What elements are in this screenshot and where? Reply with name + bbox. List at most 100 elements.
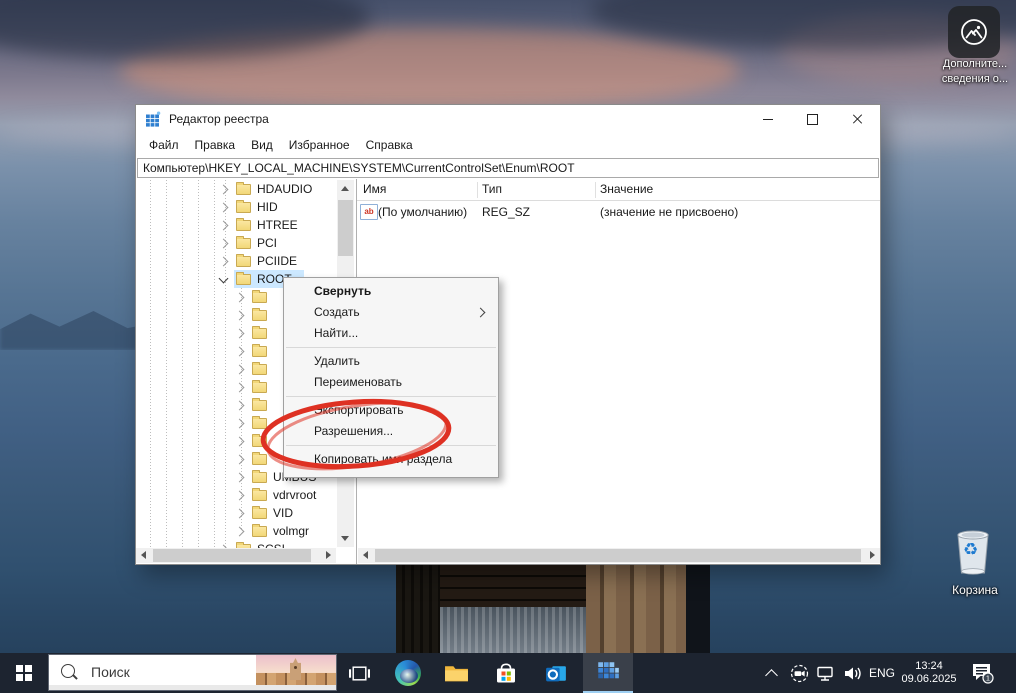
minimize-button[interactable] — [745, 105, 790, 133]
folder-icon — [252, 400, 267, 411]
recycle-bin-icon[interactable]: ♻ — [950, 523, 1000, 581]
menu-item-find[interactable]: Найти... — [284, 323, 498, 344]
scrollbar-thumb[interactable] — [338, 200, 353, 256]
bing-daily-image[interactable] — [256, 655, 336, 686]
menu-file[interactable]: Файл — [141, 135, 187, 155]
chevron-right-icon[interactable] — [235, 527, 245, 537]
chevron-right-icon[interactable] — [235, 365, 245, 375]
menu-item-collapse[interactable]: Свернуть — [284, 281, 498, 302]
menu-favorites[interactable]: Избранное — [281, 135, 358, 155]
search-input[interactable] — [89, 655, 263, 688]
tray-show-hidden-icons-button[interactable] — [760, 653, 782, 693]
list-horizontal-scrollbar[interactable] — [358, 548, 880, 563]
outlook-button[interactable] — [542, 653, 570, 693]
tree-item-vid[interactable]: VID — [136, 504, 336, 522]
chevron-right-icon[interactable] — [235, 455, 245, 465]
chevron-right-icon[interactable] — [235, 437, 245, 447]
menu-item-delete[interactable]: Удалить — [284, 351, 498, 372]
desktop-shortcut-label[interactable]: Дополните... — [936, 58, 1014, 70]
tree-item-label: HDAUDIO — [257, 182, 312, 196]
microsoft-store-button[interactable] — [492, 653, 520, 693]
menu-help[interactable]: Справка — [358, 135, 421, 155]
network-tray-button[interactable] — [815, 653, 837, 693]
tree-item-hdaudio[interactable]: HDAUDIO — [136, 180, 336, 198]
desktop-shortcut-info-icon[interactable] — [948, 6, 1000, 58]
scrollbar-thumb[interactable] — [153, 549, 311, 562]
tree-item-label: VID — [273, 506, 293, 520]
chevron-right-icon[interactable] — [235, 401, 245, 411]
chevron-right-icon[interactable] — [235, 509, 245, 519]
close-button[interactable] — [835, 105, 880, 133]
tree-item-pci[interactable]: PCI — [136, 234, 336, 252]
notification-badge: 1 — [986, 674, 990, 683]
chevron-right-icon[interactable] — [235, 293, 245, 303]
volume-tray-button[interactable] — [842, 653, 864, 693]
taskbar-clock[interactable]: 13:24 09.06.2025 — [898, 653, 960, 693]
scroll-up-arrow[interactable] — [341, 186, 349, 191]
file-explorer-button[interactable] — [442, 653, 470, 693]
address-bar[interactable]: Компьютер\HKEY_LOCAL_MACHINE\SYSTEM\Curr… — [137, 158, 879, 178]
edge-button[interactable] — [394, 653, 422, 693]
column-separator[interactable] — [595, 182, 596, 198]
tree-item-scsi[interactable]: SCSI — [136, 540, 336, 548]
registry-editor-taskbar-button-active[interactable] — [583, 653, 633, 693]
window-titlebar[interactable]: Редактор реестра — [136, 105, 880, 133]
desktop-shortcut-label[interactable]: сведения о... — [936, 73, 1014, 85]
wallpaper-pier — [396, 565, 710, 653]
chevron-right-icon[interactable] — [219, 185, 229, 195]
scroll-down-arrow[interactable] — [341, 536, 349, 541]
chevron-right-icon[interactable] — [235, 419, 245, 429]
chevron-right-icon[interactable] — [235, 383, 245, 393]
column-header-type[interactable]: Тип — [482, 182, 502, 196]
chevron-right-icon[interactable] — [219, 221, 229, 231]
scroll-left-arrow[interactable] — [141, 551, 146, 559]
notification-center-button[interactable]: 1 — [964, 653, 1000, 693]
folder-icon — [252, 526, 267, 537]
chevron-right-icon[interactable] — [235, 491, 245, 501]
task-view-button[interactable] — [346, 653, 372, 693]
menu-edit[interactable]: Правка — [187, 135, 244, 155]
meet-now-button[interactable] — [788, 653, 810, 693]
column-separator[interactable] — [477, 182, 478, 198]
language-indicator[interactable]: ENG — [866, 653, 898, 693]
chevron-right-icon[interactable] — [235, 311, 245, 321]
menu-view[interactable]: Вид — [243, 135, 281, 155]
column-header-value[interactable]: Значение — [600, 182, 653, 196]
column-header-name[interactable]: Имя — [363, 182, 386, 196]
chevron-right-icon[interactable] — [235, 347, 245, 357]
tree-item-hid[interactable]: HID — [136, 198, 336, 216]
tree-item-volmgr[interactable]: volmgr — [136, 522, 336, 540]
maximize-icon — [807, 114, 818, 125]
scroll-right-arrow[interactable] — [326, 551, 331, 559]
menu-item-rename[interactable]: Переименовать — [284, 372, 498, 393]
tree-item-pciide[interactable]: PCIIDE — [136, 252, 336, 270]
scroll-left-arrow[interactable] — [363, 551, 368, 559]
scroll-right-arrow[interactable] — [870, 551, 875, 559]
registry-value-row[interactable]: ab (По умолчанию) REG_SZ (значение не пр… — [357, 203, 880, 221]
menu-item-create[interactable]: Создать — [284, 302, 498, 323]
chevron-right-icon[interactable] — [219, 239, 229, 249]
tree-item-vdrvroot[interactable]: vdrvroot — [136, 486, 336, 504]
tree-item-label: volmgr — [273, 524, 309, 538]
menu-item-permissions[interactable]: Разрешения... — [284, 421, 498, 442]
chevron-right-icon[interactable] — [219, 257, 229, 267]
chevron-right-icon[interactable] — [235, 473, 245, 483]
chevron-down-icon[interactable] — [219, 274, 229, 284]
chevron-right-icon[interactable] — [219, 203, 229, 213]
scrollbar-thumb[interactable] — [375, 549, 861, 562]
menu-item-export[interactable]: Экспортировать — [284, 400, 498, 421]
taskbar: ENG 13:24 09.06.2025 1 — [0, 653, 1016, 693]
tree-horizontal-scrollbar[interactable] — [136, 548, 336, 563]
clock-date: 09.06.2025 — [901, 673, 956, 686]
maximize-button[interactable] — [790, 105, 835, 133]
chevron-right-icon[interactable] — [235, 329, 245, 339]
context-menu: Свернуть Создать Найти... Удалить Переим… — [283, 277, 499, 478]
tree-item-htree[interactable]: HTREE — [136, 216, 336, 234]
registry-editor-icon — [595, 659, 621, 685]
folder-icon — [252, 508, 267, 519]
folder-icon — [252, 364, 267, 375]
start-button[interactable] — [0, 653, 48, 693]
menu-item-copy-key-name[interactable]: Копировать имя раздела — [284, 449, 498, 470]
search-box[interactable] — [48, 654, 337, 691]
recycle-bin-label[interactable]: Корзина — [938, 583, 1012, 597]
